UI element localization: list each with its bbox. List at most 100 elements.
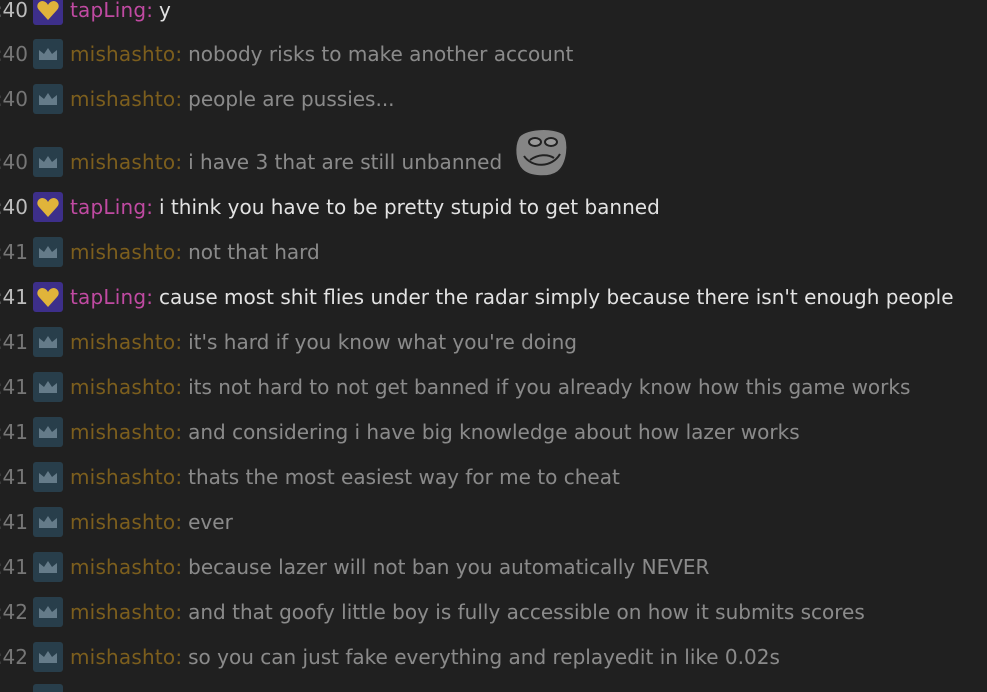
username-separator: : [146, 285, 154, 309]
message-timestamp: :40 [0, 150, 28, 174]
message-timestamp: :41 [0, 465, 28, 489]
crown-icon [33, 372, 63, 402]
chat-message-row: :41 mishashto:it's hard if you know what … [0, 326, 987, 358]
crown-icon [33, 327, 63, 357]
crown-icon [33, 237, 63, 267]
crown-icon [33, 147, 63, 177]
message-timestamp: :41 [0, 285, 28, 309]
message-text: so you can just fake everything and repl… [188, 645, 780, 669]
username[interactable]: mishashto [70, 416, 175, 448]
chat-message-row: :41 mishashto:because lazer will not ban … [0, 551, 987, 583]
username-separator: : [175, 555, 183, 579]
crown-icon [33, 39, 63, 69]
message-timestamp: :41 [0, 510, 28, 534]
username[interactable]: mishashto [70, 236, 175, 268]
message-content: tapLing: y [70, 0, 171, 26]
chat-message-row: :41 mishashto:not that hard [0, 236, 987, 268]
message-content: mishashto: people are pussies... [70, 83, 395, 115]
chat-message-row: :40 mishashto:people are pussies... [0, 83, 987, 115]
heart-icon [33, 282, 63, 312]
message-content: mishashto: and that goofy little boy is f… [70, 596, 865, 628]
username[interactable]: tapLing [70, 281, 146, 313]
message-timestamp: :40 [0, 195, 28, 219]
username[interactable]: mishashto [70, 38, 175, 70]
message-timestamp: :41 [0, 240, 28, 264]
username[interactable]: mishashto [70, 551, 175, 583]
chat-message-row: :41 tapLing:cause most shit flies under t… [0, 281, 987, 313]
message-content: mishashto: not that hard [70, 236, 320, 268]
message-text: its not hard to not get banned if you al… [188, 375, 911, 399]
username-separator: : [175, 600, 183, 624]
chat-message-row: :41 mishashto:ever [0, 506, 987, 538]
username-separator: : [175, 420, 183, 444]
message-content: mishashto: ever [70, 506, 233, 538]
username[interactable]: mishashto [70, 461, 175, 493]
message-text: i think you have to be pretty stupid to … [159, 195, 660, 219]
message-text: because lazer will not ban you automatic… [188, 555, 710, 579]
username-separator: : [175, 645, 183, 669]
message-text: ever [188, 510, 233, 534]
chat-message-row: :40 tapLing:i think you have to be pretty… [0, 191, 987, 223]
username-separator: : [175, 510, 183, 534]
username[interactable]: mishashto [70, 146, 175, 178]
username-separator: : [146, 195, 154, 219]
crown-icon [33, 684, 63, 692]
message-timestamp: :41 [0, 555, 28, 579]
username[interactable]: mishashto [70, 596, 175, 628]
heart-icon [33, 192, 63, 222]
message-timestamp: :42 [0, 600, 28, 624]
chat-message-row: :40 mishashto:nobody risks to make anothe… [0, 38, 987, 70]
message-content: tapLing: cause most shit flies under the … [70, 281, 954, 313]
username[interactable]: mishashto [70, 83, 175, 115]
message-timestamp: :41 [0, 330, 28, 354]
message-text: and that goofy little boy is fully acces… [188, 600, 865, 624]
username[interactable]: mishashto [70, 506, 175, 538]
crown-icon [33, 597, 63, 627]
message-timestamp: :41 [0, 375, 28, 399]
heart-icon [33, 0, 63, 25]
crown-icon [33, 642, 63, 672]
chat-message-row: :41 mishashto:and considering i have big … [0, 416, 987, 448]
crown-icon [33, 417, 63, 447]
message-text: nobody risks to make another account [188, 42, 574, 66]
message-content: mishashto: its not hard to not get banned… [70, 371, 910, 403]
message-timestamp: :40 [0, 87, 28, 111]
message-content: mishashto: nobody risks to make another a… [70, 38, 573, 70]
message-content: mishashto: it's hard if you know what you… [70, 326, 577, 358]
message-text: not that hard [188, 240, 320, 264]
message-text: cause most shit flies under the radar si… [159, 285, 954, 309]
username-separator: : [146, 0, 154, 22]
username[interactable]: mishashto [70, 641, 175, 673]
username-separator: : [175, 375, 183, 399]
message-content: mishashto: because lazer will not ban you… [70, 551, 709, 583]
message-content: mishashto: thats the most easiest way for… [70, 461, 620, 493]
message-timestamp: :41 [0, 420, 28, 444]
chat-message-row: :42 mishashto:so you can just fake everyt… [0, 641, 987, 673]
message-content: mishashto: and considering i have big kno… [70, 416, 800, 448]
username-separator: : [175, 240, 183, 264]
message-timestamp: :42 [0, 645, 28, 669]
username[interactable]: tapLing [70, 191, 146, 223]
chat-message-row: :40 tapLing:y [0, 0, 987, 26]
username-separator: : [175, 330, 183, 354]
username-separator: : [175, 42, 183, 66]
chat-message-row: :41 mishashto:its not hard to not get ban… [0, 371, 987, 403]
crown-icon [33, 507, 63, 537]
trollface-emote [514, 128, 569, 178]
username-separator: : [175, 87, 183, 111]
message-text: people are pussies... [188, 87, 395, 111]
message-timestamp: :40 [0, 0, 28, 22]
message-timestamp: :40 [0, 42, 28, 66]
username[interactable]: tapLing [70, 0, 146, 26]
chat-message-row: :41 mishashto:thats the most easiest way … [0, 461, 987, 493]
crown-icon [33, 462, 63, 492]
message-text: it's hard if you know what you're doing [188, 330, 577, 354]
message-text: and considering i have big knowledge abo… [188, 420, 800, 444]
username[interactable]: mishashto [70, 326, 175, 358]
message-content: mishashto: i have 3 that are still unbann… [70, 146, 502, 178]
username-separator: : [175, 150, 183, 174]
username-separator: : [175, 465, 183, 489]
username[interactable]: mishashto [70, 371, 175, 403]
chat-message-row: :40 mishashto:i have 3 that are still unb… [0, 146, 987, 178]
crown-icon [33, 84, 63, 114]
